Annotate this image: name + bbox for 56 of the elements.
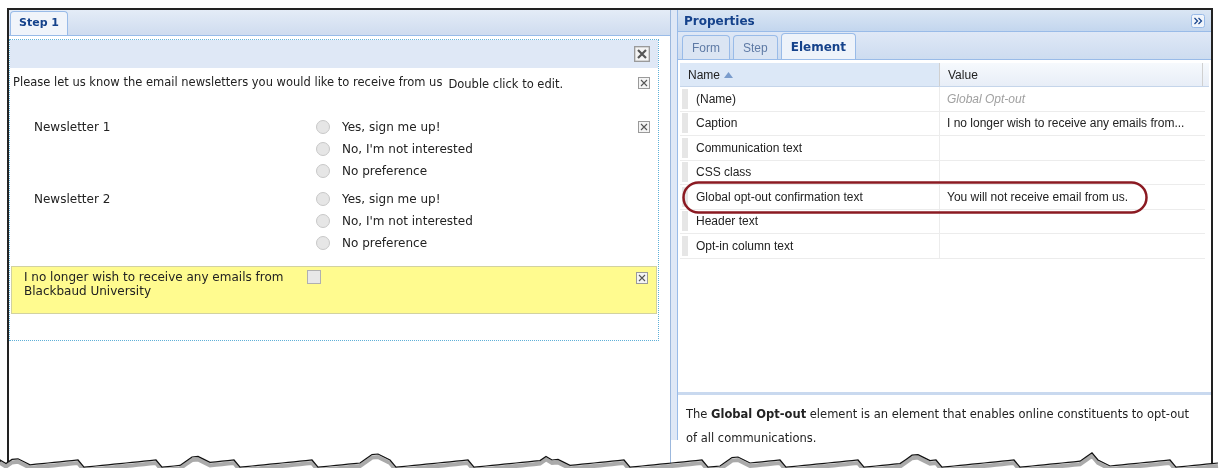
row-handle[interactable]: [682, 235, 688, 256]
option-label: No preference: [342, 235, 428, 252]
option-label: No, I'm not interested: [342, 141, 473, 158]
opt-out-label: I no longer wish to receive any emails from Blackbaud University: [24, 270, 285, 300]
close-icon[interactable]: [638, 121, 650, 133]
panel-title: Properties: [684, 12, 755, 30]
row-handle[interactable]: [682, 88, 688, 109]
radio-button[interactable]: [316, 214, 330, 228]
option-label: No preference: [342, 163, 428, 180]
properties-tab[interactable]: Form: [682, 35, 730, 59]
close-icon[interactable]: [636, 272, 648, 284]
radio-button[interactable]: [316, 164, 330, 178]
newsletter-label: Newsletter 2: [34, 191, 112, 208]
property-value: I no longer wish to receive any emails from...: [947, 115, 1185, 133]
close-icon[interactable]: [634, 46, 650, 62]
radio-button[interactable]: [316, 142, 330, 156]
row-handle[interactable]: [682, 186, 688, 207]
property-name: Header text: [696, 213, 759, 231]
property-row[interactable]: Communication text: [680, 136, 1205, 161]
property-row[interactable]: CSS class: [680, 160, 1205, 185]
row-handle[interactable]: [682, 162, 688, 183]
property-name: Caption: [696, 115, 738, 133]
radio-button[interactable]: [316, 192, 330, 206]
radio-button[interactable]: [316, 236, 330, 250]
instruction-text: Please let us know the email newsletters you would like to receive from us: [13, 74, 443, 92]
property-name: Opt-in column text: [696, 237, 794, 255]
property-name: (Name): [696, 90, 736, 108]
properties-tab[interactable]: Element: [780, 33, 857, 59]
radio-button[interactable]: [316, 120, 330, 134]
property-row[interactable]: Global opt-out confirmation text You will not receive email from us.: [680, 185, 1205, 210]
close-icon[interactable]: [638, 77, 650, 89]
collapse-icon[interactable]: [1191, 13, 1205, 28]
element-description: The Global Opt-out element is an element that enables online constituents to opt-out of all communications.: [686, 407, 1190, 445]
option-label: Yes, sign me up!: [342, 191, 441, 208]
option-label: No, I'm not interested: [342, 213, 473, 230]
property-row[interactable]: Opt-in column text: [680, 234, 1205, 259]
newsletter-label: Newsletter 1: [34, 119, 112, 136]
property-row[interactable]: Caption I no longer wish to receive any emails from...: [680, 111, 1205, 136]
property-row[interactable]: (Name) Global Opt-out: [680, 87, 1205, 112]
row-handle[interactable]: [682, 137, 688, 158]
properties-tab[interactable]: Step: [733, 35, 778, 59]
column-header[interactable]: Value: [940, 63, 1203, 86]
sort-ascending-icon: [724, 71, 733, 78]
property-row[interactable]: Header text: [680, 209, 1205, 234]
property-name: Communication text: [696, 139, 803, 157]
step-tab[interactable]: Step 1: [10, 11, 68, 35]
option-label: Yes, sign me up!: [342, 119, 441, 136]
row-handle[interactable]: [682, 113, 688, 134]
checkbox[interactable]: [307, 270, 321, 284]
property-value: You will not receive email from us.: [947, 188, 1128, 206]
column-header[interactable]: Name: [680, 63, 940, 86]
property-name: Global opt-out confirmation text: [696, 188, 863, 206]
edit-hint: Double click to edit.: [448, 76, 564, 94]
property-name: CSS class: [696, 164, 752, 182]
row-handle[interactable]: [682, 211, 688, 232]
property-value: Global Opt-out: [947, 90, 1026, 108]
